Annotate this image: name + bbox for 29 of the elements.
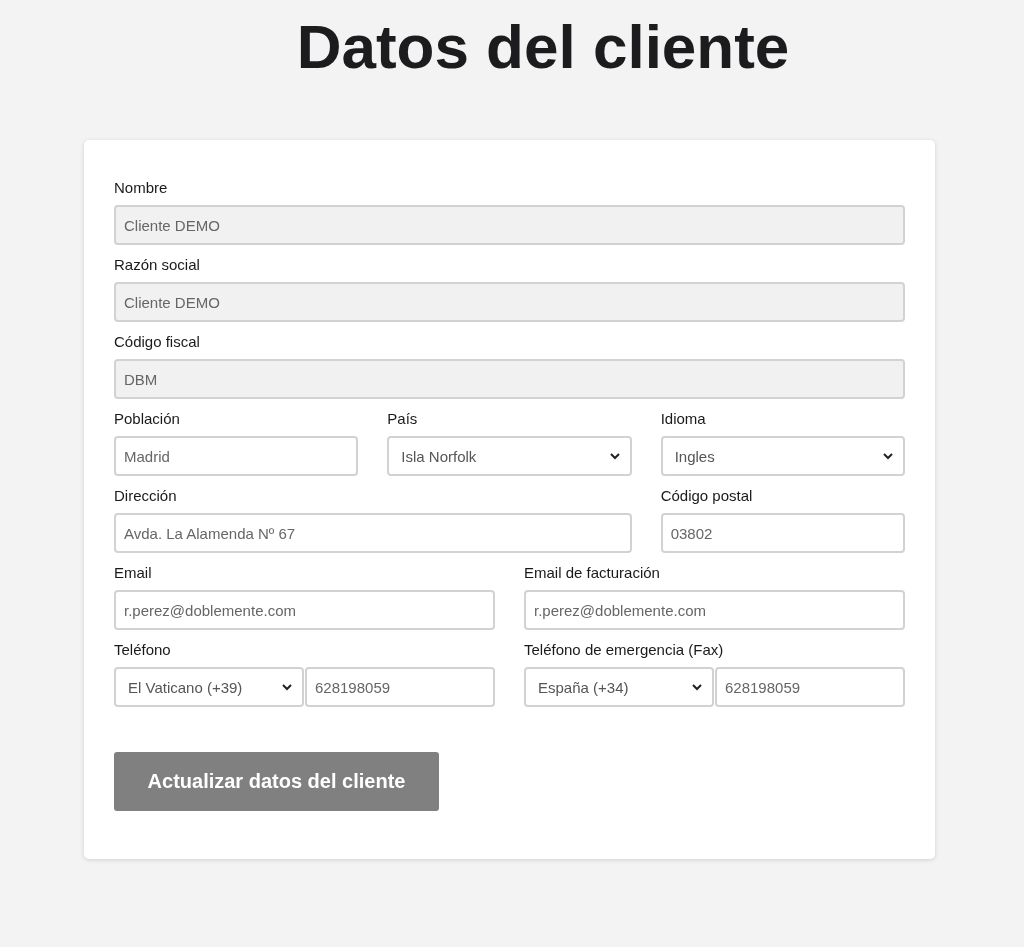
field-label: Email — [114, 563, 153, 583]
input-field[interactable]: 628198059 — [305, 667, 495, 707]
input-field[interactable]: 628198059 — [715, 667, 905, 707]
update-button[interactable]: Actualizar datos del cliente — [114, 752, 439, 811]
field-label: Idioma — [660, 409, 707, 429]
chevron-down-icon — [609, 452, 620, 460]
field-label: Teléfono — [114, 640, 172, 660]
dropdown[interactable]: Ingles — [660, 436, 905, 476]
input-field[interactable]: r.perez@doblemente.com — [114, 590, 495, 630]
input-field[interactable]: Avda. La Alamenda Nº 67 — [114, 513, 632, 553]
input-field[interactable]: r.perez@doblemente.com — [524, 590, 905, 630]
dropdown[interactable]: España (+34) — [524, 667, 714, 707]
field-label: Email de facturación — [524, 563, 661, 583]
input-field[interactable]: Madrid — [114, 436, 359, 476]
page-title: Datos del cliente — [295, 12, 791, 82]
dropdown[interactable]: Isla Norfolk — [387, 436, 632, 476]
field-label: Dirección — [114, 486, 178, 506]
field-label: Código postal — [660, 486, 754, 506]
chevron-down-icon — [883, 452, 893, 460]
field-label: Teléfono de emergencia (Fax) — [524, 640, 725, 660]
field-label: Nombre — [114, 178, 169, 198]
chevron-down-icon — [282, 683, 292, 691]
field-label: Población — [114, 409, 181, 429]
field-label: Razón social — [114, 255, 201, 275]
dropdown[interactable]: El Vaticano (+39) — [114, 667, 304, 707]
field-label: País — [387, 409, 419, 429]
input-field[interactable]: 03802 — [660, 513, 905, 553]
field-label: Código fiscal — [114, 332, 201, 352]
chevron-down-icon — [692, 683, 702, 691]
